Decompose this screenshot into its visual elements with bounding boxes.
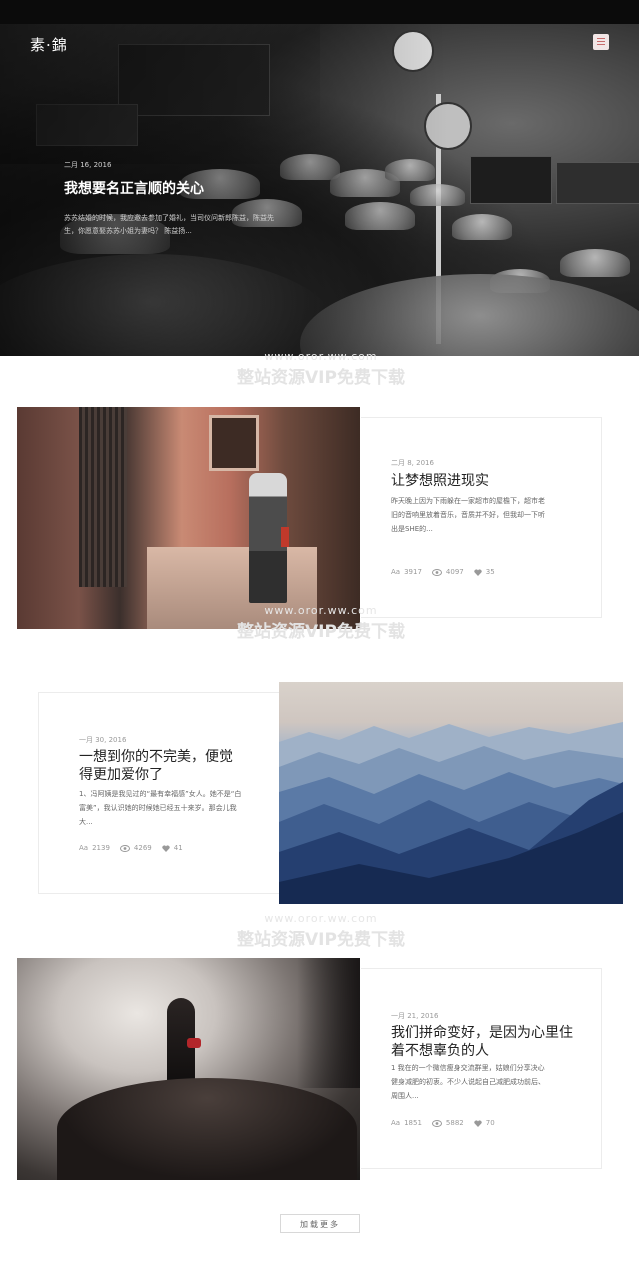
menu-button[interactable] [593, 34, 609, 50]
top-bar [0, 0, 639, 24]
shutter [79, 407, 127, 587]
eye-icon [431, 568, 442, 576]
menu-icon-line [597, 44, 605, 45]
likes-stat[interactable]: 41 [162, 844, 183, 852]
post-3-card[interactable]: 一月 21, 2016 我们拼命变好，是因为心里住着不想辜负的人 1 我在的一个… [361, 968, 602, 1169]
red-violin [187, 1038, 201, 1048]
font-icon: Aa [79, 844, 89, 852]
hero-excerpt: 苏苏结婚的时候，我应邀去参加了婚礼，当司仪问新郎陈益，陈益先生，你愿意娶苏苏小姐… [64, 214, 274, 235]
watermark-text: 整站资源VIP免费下载 [237, 368, 405, 388]
likes-count: 70 [485, 1119, 495, 1127]
post-2-image[interactable] [279, 682, 623, 904]
mountain-layers [279, 722, 623, 904]
font-icon: Aa [391, 1119, 401, 1127]
views-stat: Aa 1851 [391, 1119, 422, 1127]
post-stats: Aa 1851 5882 70 [391, 1119, 495, 1127]
eye-icon [431, 1119, 442, 1127]
post-2-card[interactable]: 一月 30, 2016 一想到你的不完美，便觉得更加爱你了 1、冯阿姨是我见过的… [38, 692, 280, 894]
heart-icon [162, 844, 170, 852]
eye-icon [119, 844, 130, 852]
likes-stat[interactable]: 35 [474, 568, 495, 576]
hero-date: 二月 16, 2016 [64, 161, 112, 169]
post-1-image[interactable] [17, 407, 360, 629]
comments-count: 4269 [133, 844, 152, 852]
views-count: 2139 [92, 844, 110, 852]
post-title[interactable]: 让梦想照进现实 [391, 472, 591, 490]
post-date: 一月 30, 2016 [79, 736, 127, 744]
post-excerpt: 昨天晚上因为下雨躲在一家超市的屋檐下，超市老旧的音响里放着音乐，音质并不好，但我… [391, 497, 545, 533]
post-title[interactable]: 一想到你的不完美，便觉得更加爱你了 [79, 748, 244, 784]
menu-icon [597, 38, 605, 39]
likes-count: 35 [485, 568, 495, 576]
heart-icon [474, 568, 482, 576]
load-more-button[interactable]: 加载更多 [280, 1214, 360, 1233]
font-icon: Aa [391, 568, 401, 576]
comments-stat: 5882 [431, 1119, 464, 1127]
comments-count: 5882 [445, 1119, 464, 1127]
views-count: 1851 [404, 1119, 422, 1127]
views-stat: Aa 3917 [391, 568, 422, 576]
red-object [281, 527, 289, 547]
post-3-image[interactable] [17, 958, 360, 1180]
post-excerpt: 1 我在的一个微信瘦身交流群里，姑娘们分享决心健身减肥的初衷。不少人说起自己减肥… [391, 1064, 545, 1100]
views-count: 3917 [404, 568, 422, 576]
comments-stat: 4269 [119, 844, 152, 852]
post-date: 一月 21, 2016 [391, 1012, 439, 1020]
post-stats: Aa 2139 4269 41 [79, 844, 183, 852]
watermark-url: www.oror.ww.com [264, 912, 378, 925]
site-logo[interactable]: 素·錦 [30, 34, 68, 55]
likes-stat[interactable]: 70 [474, 1119, 495, 1127]
comments-count: 4097 [445, 568, 464, 576]
dark-ground [57, 1078, 357, 1180]
post-stats: Aa 3917 4097 35 [391, 568, 495, 576]
comments-stat: 4097 [431, 568, 464, 576]
alley-ground [147, 547, 317, 629]
hero-banner[interactable]: 素·錦 二月 16, 2016 我想要名正言顺的关心 苏苏结婚的时候，我应邀去参… [0, 24, 639, 356]
window [209, 415, 259, 471]
post-1-card[interactable]: 二月 8, 2016 让梦想照进现实 昨天晚上因为下雨躲在一家超市的屋檐下，超市… [361, 417, 602, 618]
post-date: 二月 8, 2016 [391, 459, 434, 467]
dark-branches [297, 958, 360, 1088]
heart-icon [474, 1119, 482, 1127]
post-excerpt: 1、冯阿姨是我见过的“最有幸福感”女人。她不是“白富美”，我认识她的时候她已经五… [79, 790, 242, 826]
watermark: www.oror.ww.com 整站资源VIP免费下载 [216, 912, 426, 950]
watermark-text: 整站资源VIP免费下载 [237, 930, 405, 950]
views-stat: Aa 2139 [79, 844, 110, 852]
hero-title[interactable]: 我想要名正言顺的关心 [64, 178, 204, 198]
post-title[interactable]: 我们拼命变好，是因为心里住着不想辜负的人 [391, 1024, 576, 1060]
menu-icon-line [597, 41, 605, 42]
likes-count: 41 [173, 844, 183, 852]
